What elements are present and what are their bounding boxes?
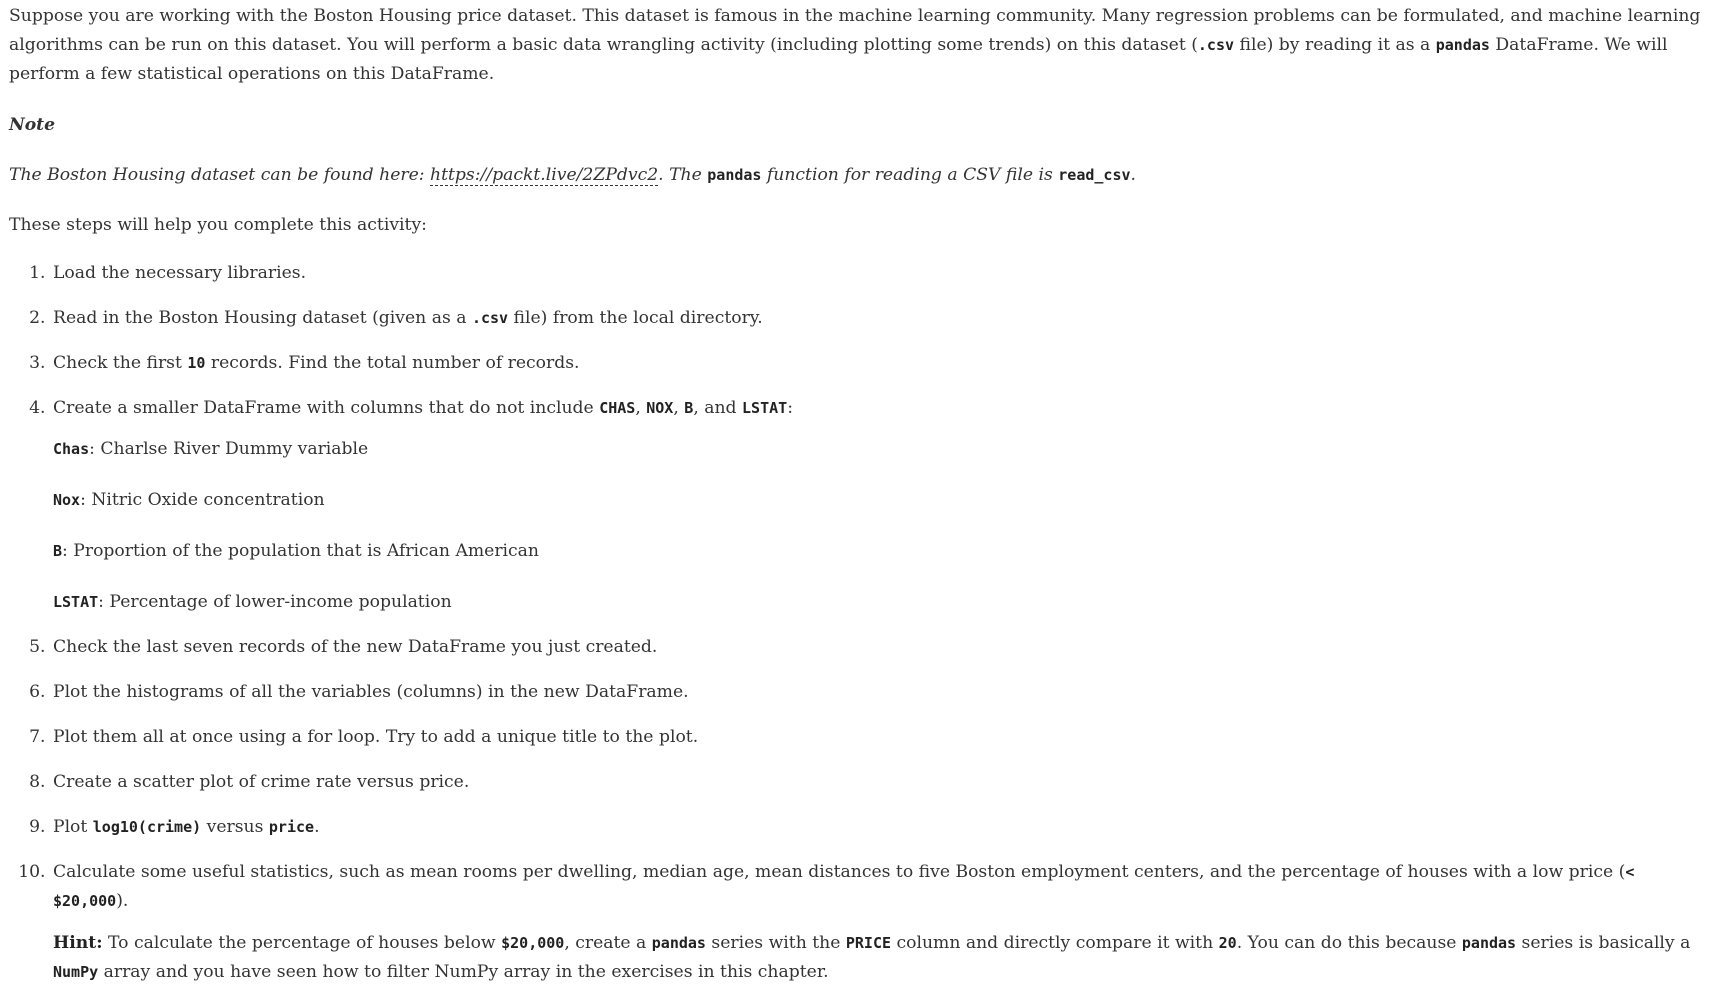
definition-lstat: LSTAT: Percentage of lower-income popula… [53, 588, 1706, 617]
step-text: ). [116, 891, 129, 911]
step-text: file) from the local directory. [508, 308, 763, 328]
step-text: Calculate some useful statistics, such a… [53, 862, 1626, 882]
note-text: . The [658, 165, 708, 185]
step-5: Check the last seven records of the new … [51, 633, 1706, 662]
steps-intro: These steps will help you complete this … [9, 215, 427, 235]
step-text: versus [201, 817, 269, 837]
step-text: Plot [53, 817, 93, 837]
step-text: Plot the histograms of all the variables… [53, 682, 689, 702]
definition-chas: Chas: Charlse River Dummy variable [53, 435, 1706, 464]
code-pandas: pandas [651, 934, 706, 952]
definition-text: : Charlse River Dummy variable [89, 439, 369, 459]
code-10: 10 [187, 354, 206, 372]
column-definitions: Chas: Charlse River Dummy variable Nox: … [53, 435, 1706, 617]
definition-code: LSTAT [53, 593, 99, 611]
step-8: Create a scatter plot of crime rate vers… [51, 768, 1706, 797]
intro-paragraph: Suppose you are working with the Boston … [9, 2, 1709, 89]
step-3: Check the first 10 records. Find the tot… [51, 349, 1706, 378]
code-log10-crime: log10(crime) [92, 818, 202, 836]
document-page: Suppose you are working with the Boston … [0, 0, 1714, 987]
code-lstat: LSTAT [742, 399, 788, 417]
step-6: Plot the histograms of all the variables… [51, 678, 1706, 707]
note-paragraph: The Boston Housing dataset can be found … [9, 161, 1706, 190]
steps-list: Load the necessary libraries. Read in th… [9, 259, 1706, 987]
step-7: Plot them all at once using a for loop. … [51, 723, 1706, 752]
step-text: Create a scatter plot of crime rate vers… [53, 772, 470, 792]
code-csv: .csv [1197, 36, 1235, 54]
code-nox: NOX [646, 399, 674, 417]
code-b: B [684, 399, 694, 417]
intro-text: file) by reading it as a [1234, 35, 1436, 55]
step-text: . [314, 817, 320, 837]
step-2: Read in the Boston Housing dataset (give… [51, 304, 1706, 333]
definition-text: : Proportion of the population that is A… [62, 541, 540, 561]
definition-text: : Percentage of lower-income population [98, 592, 452, 612]
hint-text: , create a [564, 933, 652, 953]
hint-text: To calculate the percentage of houses be… [102, 933, 502, 953]
step-4: Create a smaller DataFrame with columns … [51, 394, 1706, 617]
step-text: Load the necessary libraries. [53, 263, 307, 283]
hint-text: series is basically a [1516, 933, 1691, 953]
hint-paragraph: Hint: To calculate the percentage of hou… [53, 929, 1713, 987]
step-text: Create a smaller DataFrame with columns … [53, 398, 600, 418]
hint-label: Hint: [53, 933, 103, 953]
note-text: The Boston Housing dataset can be found … [9, 165, 431, 185]
code-20000: $20,000 [501, 934, 565, 952]
definition-text: : Nitric Oxide concentration [80, 490, 325, 510]
definition-code: B [53, 542, 63, 560]
code-price: price [268, 818, 315, 836]
hint-text: array and you have seen how to filter Nu… [98, 962, 829, 982]
definition-code: Chas [53, 440, 90, 458]
step-10: Calculate some useful statistics, such a… [51, 858, 1706, 987]
hint-text: column and directly compare it with [891, 933, 1219, 953]
separator: , and [693, 398, 743, 418]
code-20: 20 [1218, 934, 1237, 952]
code-chas: CHAS [599, 399, 636, 417]
hint-text: . You can do this because [1236, 933, 1462, 953]
definition-b: B: Proportion of the population that is … [53, 537, 1706, 566]
code-read-csv: read_csv [1058, 166, 1131, 184]
separator: , [635, 398, 647, 418]
step-9: Plot log10(crime) versus price. [51, 813, 1706, 842]
code-numpy: NumPy [53, 963, 99, 981]
step-text: Check the last seven records of the new … [53, 637, 658, 657]
step-text: Check the first [53, 353, 188, 373]
step-text: Read in the Boston Housing dataset (give… [53, 308, 472, 328]
note-heading: Note [9, 115, 56, 135]
step-text: Plot them all at once using a for loop. … [53, 727, 699, 747]
definition-nox: Nox: Nitric Oxide concentration [53, 486, 1706, 515]
step-text: records. Find the total number of record… [205, 353, 580, 373]
code-pandas: pandas [1435, 36, 1490, 54]
code-pandas: pandas [707, 166, 762, 184]
code-pandas: pandas [1461, 934, 1517, 952]
separator: : [787, 398, 793, 418]
separator: , [673, 398, 685, 418]
code-price-column: PRICE [845, 934, 892, 952]
hint-text: series with the [705, 933, 846, 953]
note-text: function for reading a CSV file is [761, 165, 1059, 185]
note-text: . [1130, 165, 1136, 185]
code-csv: .csv [471, 309, 509, 327]
dataset-link[interactable]: https://packt.live/2ZPdvc2 [430, 165, 659, 186]
definition-code: Nox [53, 491, 81, 509]
step-1: Load the necessary libraries. [51, 259, 1706, 288]
